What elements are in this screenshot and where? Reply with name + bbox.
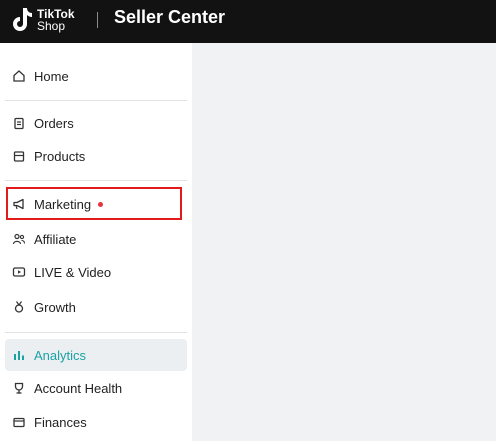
sidebar-item-label: Finances (34, 414, 87, 430)
sidebar-item-label: Analytics (34, 347, 87, 363)
marketing-highlight-box (6, 187, 182, 220)
wallet-icon (8, 415, 30, 429)
sidebar-item-label: Products (34, 148, 86, 164)
trophy-icon (8, 381, 30, 395)
people-icon (8, 232, 30, 246)
sidebar-item-orders[interactable]: Orders (5, 107, 187, 139)
sidebar-item-growth[interactable]: Growth (5, 291, 187, 323)
sidebar-item-label: Account Health (34, 380, 123, 396)
box-icon (8, 149, 30, 163)
sidebar-divider (5, 180, 187, 181)
top-bar: TikTok Shop Seller Center (0, 0, 496, 43)
video-icon (8, 265, 30, 279)
sidebar-item-account-health[interactable]: Account Health (5, 372, 187, 404)
app-title: Seller Center (114, 7, 226, 27)
sidebar-item-label: Growth (34, 299, 76, 315)
sidebar-item-affiliate[interactable]: Affiliate (5, 223, 187, 255)
main-content (193, 43, 496, 441)
sidebar-divider (5, 100, 187, 101)
sidebar-item-label: LIVE & Video (34, 264, 112, 280)
sidebar-item-analytics[interactable]: Analytics (5, 339, 187, 371)
sidebar: Home Orders Products Marketing Affiliate… (0, 43, 192, 441)
sidebar-item-finances[interactable]: Finances (5, 406, 187, 438)
sidebar-item-products[interactable]: Products (5, 140, 187, 172)
header-divider (97, 12, 98, 28)
sidebar-divider (5, 332, 187, 333)
bar-chart-icon (8, 348, 30, 362)
sidebar-item-home[interactable]: Home (5, 60, 187, 92)
medal-icon (8, 300, 30, 314)
sidebar-item-label: Home (34, 68, 69, 84)
tiktok-shop-logo[interactable]: TikTok Shop (10, 5, 75, 35)
tiktok-logo-icon (10, 5, 34, 35)
sidebar-item-label: Affiliate (34, 231, 77, 247)
logo-line-2: Shop (37, 19, 66, 33)
clipboard-icon (8, 116, 30, 130)
sidebar-item-label: Orders (34, 115, 74, 131)
sidebar-item-live-video[interactable]: LIVE & Video (5, 256, 187, 288)
home-icon (8, 69, 30, 83)
